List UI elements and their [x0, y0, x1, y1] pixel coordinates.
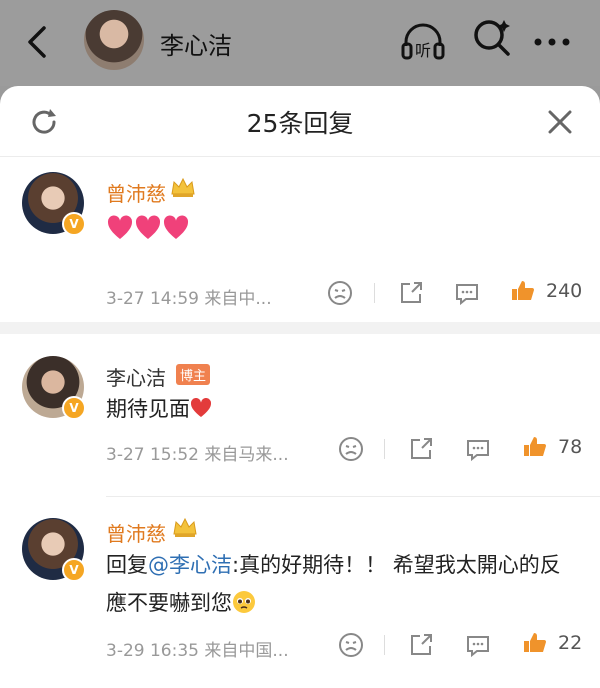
pleading-face-emoji-icon — [233, 591, 255, 613]
username[interactable]: 曾沛慈 — [106, 178, 166, 207]
mention-link[interactable]: @李心洁 — [148, 553, 232, 577]
divider — [384, 439, 385, 459]
author-tag: 博主 — [176, 364, 211, 385]
list-item: V 曾沛慈 回复@李心洁:真的好期待！！ 希望我太開心的反應不要嚇到您 3-29… — [0, 498, 600, 688]
page-title: 李心洁 — [160, 32, 232, 60]
divider — [374, 283, 375, 303]
divider — [384, 635, 385, 655]
verified-badge-icon: V — [62, 212, 86, 236]
list-item: V 曾沛慈 3-27 14:59 来自中... 240 — [0, 156, 600, 316]
like-thumb-icon[interactable] — [522, 630, 548, 656]
top-bar: 李心洁 听 — [0, 0, 600, 86]
sheet-header: 25条回复 — [0, 86, 600, 157]
like-count: 240 — [546, 280, 583, 302]
comment-icon[interactable] — [465, 632, 491, 658]
comment-meta: 3-27 14:59 来自中... — [106, 289, 272, 309]
avatar[interactable]: V — [22, 356, 86, 420]
dislike-face-icon[interactable] — [338, 436, 364, 462]
share-icon[interactable] — [408, 632, 434, 658]
comment-icon[interactable] — [465, 436, 491, 462]
like-thumb-icon[interactable] — [522, 434, 548, 460]
hearts-emoji-icon — [107, 215, 189, 239]
crown-icon — [173, 517, 197, 537]
share-icon[interactable] — [408, 436, 434, 462]
more-icon[interactable] — [528, 22, 576, 62]
avatar[interactable]: V — [22, 172, 86, 236]
comment-meta: 3-29 16:35 来自中国... — [106, 641, 289, 661]
like-thumb-icon[interactable] — [510, 278, 536, 304]
comment-meta: 3-27 15:52 来自马来... — [106, 445, 289, 465]
like-count: 78 — [558, 436, 583, 458]
back-arrow-icon[interactable] — [18, 22, 54, 62]
verified-badge-icon: V — [62, 396, 86, 420]
headphone-listen-icon[interactable]: 听 — [398, 16, 448, 66]
row-divider — [106, 496, 600, 497]
like-count: 22 — [558, 632, 583, 654]
dislike-face-icon[interactable] — [338, 632, 364, 658]
svg-text:听: 听 — [415, 41, 431, 60]
share-icon[interactable] — [398, 280, 424, 306]
username[interactable]: 李心洁 — [106, 362, 166, 391]
avatar[interactable]: V — [22, 518, 86, 582]
replies-sheet: 25条回复 V 曾沛慈 3-27 14:59 来自中... 240 V 李心洁 … — [0, 86, 600, 688]
dislike-face-icon[interactable] — [327, 280, 353, 306]
comment-text: 回复@李心洁:真的好期待！！ 希望我太開心的反應不要嚇到您 — [106, 553, 561, 615]
list-item: V 李心洁 博主 期待见面 3-27 15:52 来自马来... 78 — [0, 334, 600, 494]
close-icon[interactable] — [544, 106, 576, 138]
verified-badge-icon: V — [62, 558, 86, 582]
profile-avatar[interactable] — [84, 10, 144, 70]
heart-emoji-icon — [190, 397, 212, 417]
comment-icon[interactable] — [454, 280, 480, 306]
section-divider — [0, 322, 600, 334]
username[interactable]: 曾沛慈 — [106, 518, 166, 547]
search-icon[interactable] — [470, 16, 514, 60]
comment-text: 期待见面 — [106, 390, 586, 428]
sheet-title: 25条回复 — [246, 109, 354, 138]
crown-icon — [171, 177, 195, 197]
